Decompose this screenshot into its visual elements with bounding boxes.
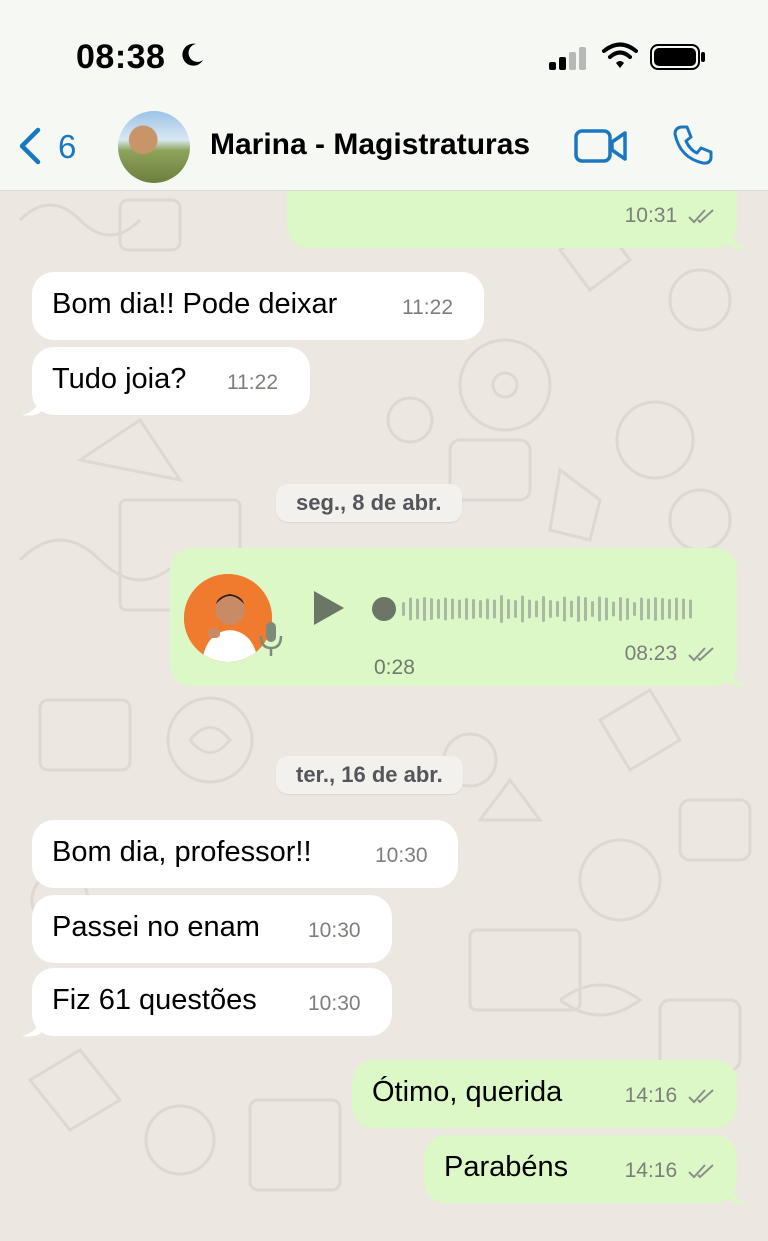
moon-icon xyxy=(182,43,203,66)
waveform-bar xyxy=(612,601,615,617)
message-meta: 08:23 xyxy=(625,636,717,672)
waveform-bar xyxy=(647,598,650,620)
waveform-bar xyxy=(430,598,433,620)
message-text: Tudo joia? xyxy=(52,363,187,395)
message-bubble-incoming[interactable]: Passei no enam 10:30 xyxy=(32,895,392,963)
message-time: 11:22 xyxy=(402,296,453,319)
date-separator: seg., 8 de abr. xyxy=(276,484,462,522)
waveform-bar xyxy=(444,597,447,621)
waveform-bar xyxy=(563,596,566,622)
waveform-bar xyxy=(423,597,426,621)
waveform-bar xyxy=(416,598,419,620)
waveform-bar xyxy=(633,602,636,616)
message-time: 14:16 xyxy=(624,1159,678,1182)
play-icon[interactable] xyxy=(312,590,346,626)
waveform-bar xyxy=(549,600,552,618)
message-time: 14:16 xyxy=(624,1084,678,1107)
waveform-bar xyxy=(570,600,573,618)
waveform-bar xyxy=(493,599,496,619)
waveform-bar xyxy=(521,595,524,623)
waveform-bar xyxy=(689,599,692,619)
waveform-bar xyxy=(640,597,643,621)
waveform-bar xyxy=(626,598,629,620)
date-separator: ter., 16 de abr. xyxy=(276,756,463,794)
message-text: Passei no enam xyxy=(52,911,260,943)
message-bubble-incoming[interactable]: Bom dia!! Pode deixar 11:22 xyxy=(32,272,484,340)
voice-waveform[interactable] xyxy=(370,592,710,626)
waveform-bar xyxy=(507,599,510,619)
message-text: Ótimo, querida xyxy=(372,1076,563,1108)
message-time: 10:31 xyxy=(624,204,678,227)
message-time: 10:30 xyxy=(308,919,361,942)
message-bubble-incoming[interactable]: Bom dia, professor!! 10:30 xyxy=(32,820,458,888)
waveform-bar xyxy=(619,597,622,621)
voice-message-bubble[interactable]: 0:28 08:23 xyxy=(170,548,737,686)
waveform-bar xyxy=(465,598,468,620)
message-time: 10:30 xyxy=(308,992,361,1015)
video-camera-icon[interactable] xyxy=(574,128,628,164)
waveform-bar xyxy=(402,602,405,616)
message-text: Parabéns xyxy=(444,1151,569,1183)
voice-duration: 0:28 xyxy=(374,656,415,679)
waveform-bar xyxy=(605,597,608,621)
double-check-icon xyxy=(688,647,714,662)
waveform-bar xyxy=(514,600,517,618)
message-bubble-outgoing[interactable]: Ótimo, querida 14:16 xyxy=(352,1060,737,1128)
waveform-bar xyxy=(500,595,503,623)
waveform-bar xyxy=(458,599,461,619)
message-meta: 10:31 xyxy=(625,198,717,234)
waveform-bar xyxy=(654,597,657,621)
contact-avatar[interactable] xyxy=(118,111,190,183)
message-time: 11:22 xyxy=(227,371,278,394)
waveform-bar xyxy=(451,598,454,620)
waveform-bar xyxy=(437,599,440,619)
battery-icon xyxy=(650,44,705,70)
waveform-bar xyxy=(409,597,412,621)
waveform-bar xyxy=(486,598,489,620)
message-text: Bom dia!! Pode deixar xyxy=(52,288,338,320)
microphone-icon xyxy=(259,622,283,656)
double-check-icon xyxy=(688,1164,714,1179)
waveform-bar xyxy=(479,600,482,618)
wifi-icon xyxy=(602,42,638,68)
waveform-bar xyxy=(591,601,594,617)
waveform-bar xyxy=(535,600,538,618)
message-bubble-incoming[interactable]: Tudo joia? 11:22 xyxy=(32,347,310,415)
waveform-bar xyxy=(528,599,531,619)
waveform-bar xyxy=(472,599,475,619)
message-time: 10:30 xyxy=(375,844,428,867)
phone-icon[interactable] xyxy=(672,124,714,166)
contact-name[interactable]: Marina - Magistraturas xyxy=(210,128,530,162)
chat-header: 08:38 6 Marina - Magistraturas xyxy=(0,0,768,191)
waveform-bar xyxy=(668,599,671,619)
waveform-bar xyxy=(542,596,545,622)
message-time: 08:23 xyxy=(624,642,678,665)
waveform-bar xyxy=(577,596,580,622)
chevron-left-icon[interactable] xyxy=(14,126,44,166)
message-meta: 14:16 xyxy=(625,1153,717,1189)
waveform-bar xyxy=(556,601,559,617)
status-time: 08:38 xyxy=(76,38,166,76)
waveform-bar xyxy=(584,597,587,621)
message-meta: 14:16 xyxy=(625,1078,717,1114)
message-bubble-incoming[interactable]: Fiz 61 questões 10:30 xyxy=(32,968,392,1036)
double-check-icon xyxy=(688,1089,714,1104)
unread-count[interactable]: 6 xyxy=(58,128,76,166)
waveform-bar xyxy=(661,598,664,620)
message-bubble-outgoing[interactable]: Parabéns 14:16 xyxy=(424,1135,737,1203)
waveform-bar xyxy=(598,596,601,622)
message-text: Fiz 61 questões xyxy=(52,984,257,1016)
double-check-icon xyxy=(688,209,714,224)
waveform-bar xyxy=(682,598,685,620)
cellular-signal-icon xyxy=(549,47,586,70)
message-text: Bom dia, professor!! xyxy=(52,836,312,868)
waveform-bar xyxy=(675,597,678,621)
